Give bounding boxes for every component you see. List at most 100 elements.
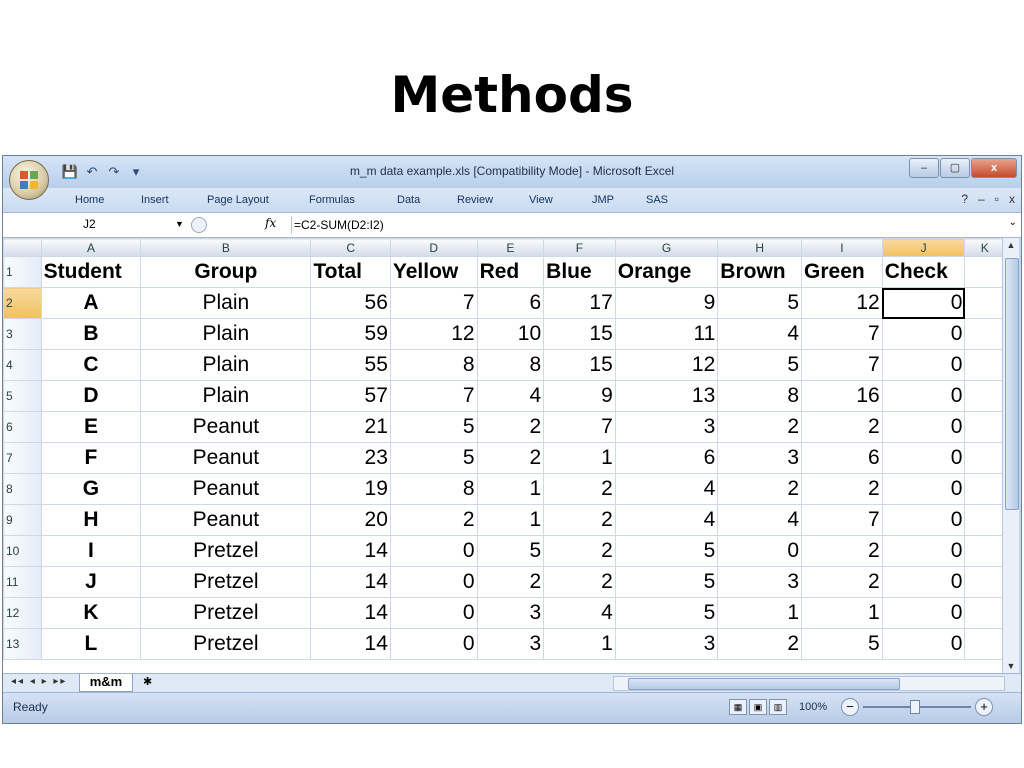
data-cell[interactable]: 20 (310, 504, 391, 536)
empty-cell[interactable] (964, 318, 1005, 350)
data-cell[interactable]: 4 (614, 473, 719, 505)
row-header[interactable]: 13 (3, 628, 42, 660)
chevron-down-icon[interactable]: ▼ (175, 216, 184, 233)
insert-sheet-icon[interactable]: ✱ (143, 675, 152, 688)
data-cell[interactable]: 1 (801, 597, 883, 629)
data-cell[interactable]: 7 (801, 318, 883, 350)
data-cell[interactable]: 0 (389, 597, 478, 629)
data-cell[interactable]: H (40, 504, 142, 536)
header-cell[interactable]: Green (801, 256, 883, 288)
row-header[interactable]: 2 (3, 287, 42, 319)
customize-dropdown-icon[interactable]: ▾ (127, 164, 145, 180)
name-box[interactable]: J2 ▼ (7, 216, 187, 233)
save-icon[interactable]: 💾 (61, 164, 79, 180)
data-cell[interactable]: 2 (389, 504, 478, 536)
column-header[interactable]: D (389, 238, 478, 257)
data-cell[interactable]: 0 (717, 535, 803, 567)
data-cell[interactable]: 2 (476, 442, 545, 474)
office-button[interactable] (9, 160, 49, 200)
row-header[interactable]: 9 (3, 504, 42, 536)
data-cell[interactable]: 10 (476, 318, 545, 350)
data-cell[interactable]: 0 (881, 628, 966, 660)
data-cell[interactable]: 2 (801, 535, 883, 567)
data-cell[interactable]: 2 (801, 566, 883, 598)
help-icon[interactable]: ? (961, 192, 968, 206)
zoom-in-button[interactable]: + (975, 698, 993, 716)
data-cell[interactable]: 13 (614, 380, 719, 412)
column-header[interactable]: A (40, 238, 142, 257)
data-cell[interactable]: 2 (543, 566, 616, 598)
data-cell[interactable]: 16 (801, 380, 883, 412)
row-header[interactable]: 8 (3, 473, 42, 505)
formula-input[interactable]: =C2-SUM(D2:I2) (291, 216, 384, 234)
data-cell[interactable]: 21 (310, 411, 391, 443)
workbook-close-button[interactable]: x (1009, 192, 1015, 206)
header-cell[interactable]: Red (476, 256, 545, 288)
page-layout-view-icon[interactable]: ▣ (749, 699, 767, 715)
header-cell[interactable]: Student (40, 256, 142, 288)
data-cell[interactable]: 5 (389, 411, 478, 443)
data-cell[interactable]: 14 (310, 628, 391, 660)
header-cell[interactable]: Group (140, 256, 312, 288)
data-cell[interactable]: 5 (389, 442, 478, 474)
data-cell[interactable]: 15 (543, 318, 616, 350)
normal-view-icon[interactable]: ▦ (729, 699, 747, 715)
expand-formula-bar-icon[interactable]: ⌄ (1009, 217, 1017, 228)
data-cell[interactable]: 1 (543, 628, 616, 660)
data-cell[interactable]: 3 (614, 628, 719, 660)
data-cell[interactable]: A (40, 287, 142, 319)
cancel-entry-icon[interactable] (191, 217, 207, 233)
row-header[interactable]: 1 (3, 256, 42, 288)
data-cell[interactable]: 1 (476, 504, 545, 536)
vertical-scroll-thumb[interactable] (1005, 258, 1019, 510)
zoom-out-button[interactable]: − (841, 698, 859, 716)
data-cell[interactable]: 0 (389, 566, 478, 598)
row-header[interactable]: 6 (3, 411, 42, 443)
data-cell[interactable]: 0 (881, 535, 966, 567)
header-cell[interactable]: Orange (614, 256, 719, 288)
data-cell[interactable]: 0 (389, 535, 478, 567)
data-cell[interactable]: 5 (717, 349, 803, 381)
row-header[interactable]: 11 (3, 566, 42, 598)
horizontal-scroll-thumb[interactable] (628, 678, 900, 690)
data-cell[interactable]: 12 (389, 318, 478, 350)
data-cell[interactable]: 7 (389, 287, 478, 319)
data-cell[interactable]: 0 (881, 349, 966, 381)
active-cell[interactable]: 0 (881, 287, 966, 319)
data-cell[interactable]: 6 (614, 442, 719, 474)
data-cell[interactable]: 2 (476, 411, 545, 443)
data-cell[interactable]: 4 (476, 380, 545, 412)
column-header[interactable]: I (801, 238, 883, 257)
data-cell[interactable]: 0 (389, 628, 478, 660)
tab-insert[interactable]: Insert (141, 194, 169, 206)
workbook-minimize-button[interactable]: – (978, 192, 985, 206)
data-cell[interactable]: 2 (801, 411, 883, 443)
data-cell[interactable]: 1 (717, 597, 803, 629)
data-cell[interactable]: Plain (140, 380, 312, 412)
header-cell[interactable]: Brown (717, 256, 803, 288)
row-header[interactable]: 7 (3, 442, 42, 474)
column-header[interactable]: B (140, 238, 312, 257)
data-cell[interactable]: Peanut (140, 411, 312, 443)
data-cell[interactable]: 56 (310, 287, 391, 319)
data-cell[interactable]: 0 (881, 318, 966, 350)
column-header-selected[interactable]: J (881, 238, 966, 257)
data-cell[interactable]: 0 (881, 566, 966, 598)
data-cell[interactable]: 19 (310, 473, 391, 505)
data-cell[interactable]: 3 (717, 566, 803, 598)
close-button[interactable]: x (971, 158, 1017, 178)
tab-review[interactable]: Review (457, 194, 493, 206)
header-cell[interactable]: Total (310, 256, 391, 288)
tab-formulas[interactable]: Formulas (309, 194, 355, 206)
sheet-tab-mm[interactable]: m&m (79, 674, 133, 692)
data-cell[interactable]: 17 (543, 287, 616, 319)
row-header[interactable]: 12 (3, 597, 42, 629)
data-cell[interactable]: 57 (310, 380, 391, 412)
data-cell[interactable]: Peanut (140, 442, 312, 474)
restore-button[interactable]: ▢ (940, 158, 970, 178)
data-cell[interactable]: 12 (614, 349, 719, 381)
data-cell[interactable]: Plain (140, 318, 312, 350)
data-cell[interactable]: 11 (614, 318, 719, 350)
data-cell[interactable]: 0 (881, 442, 966, 474)
row-header[interactable]: 3 (3, 318, 42, 350)
